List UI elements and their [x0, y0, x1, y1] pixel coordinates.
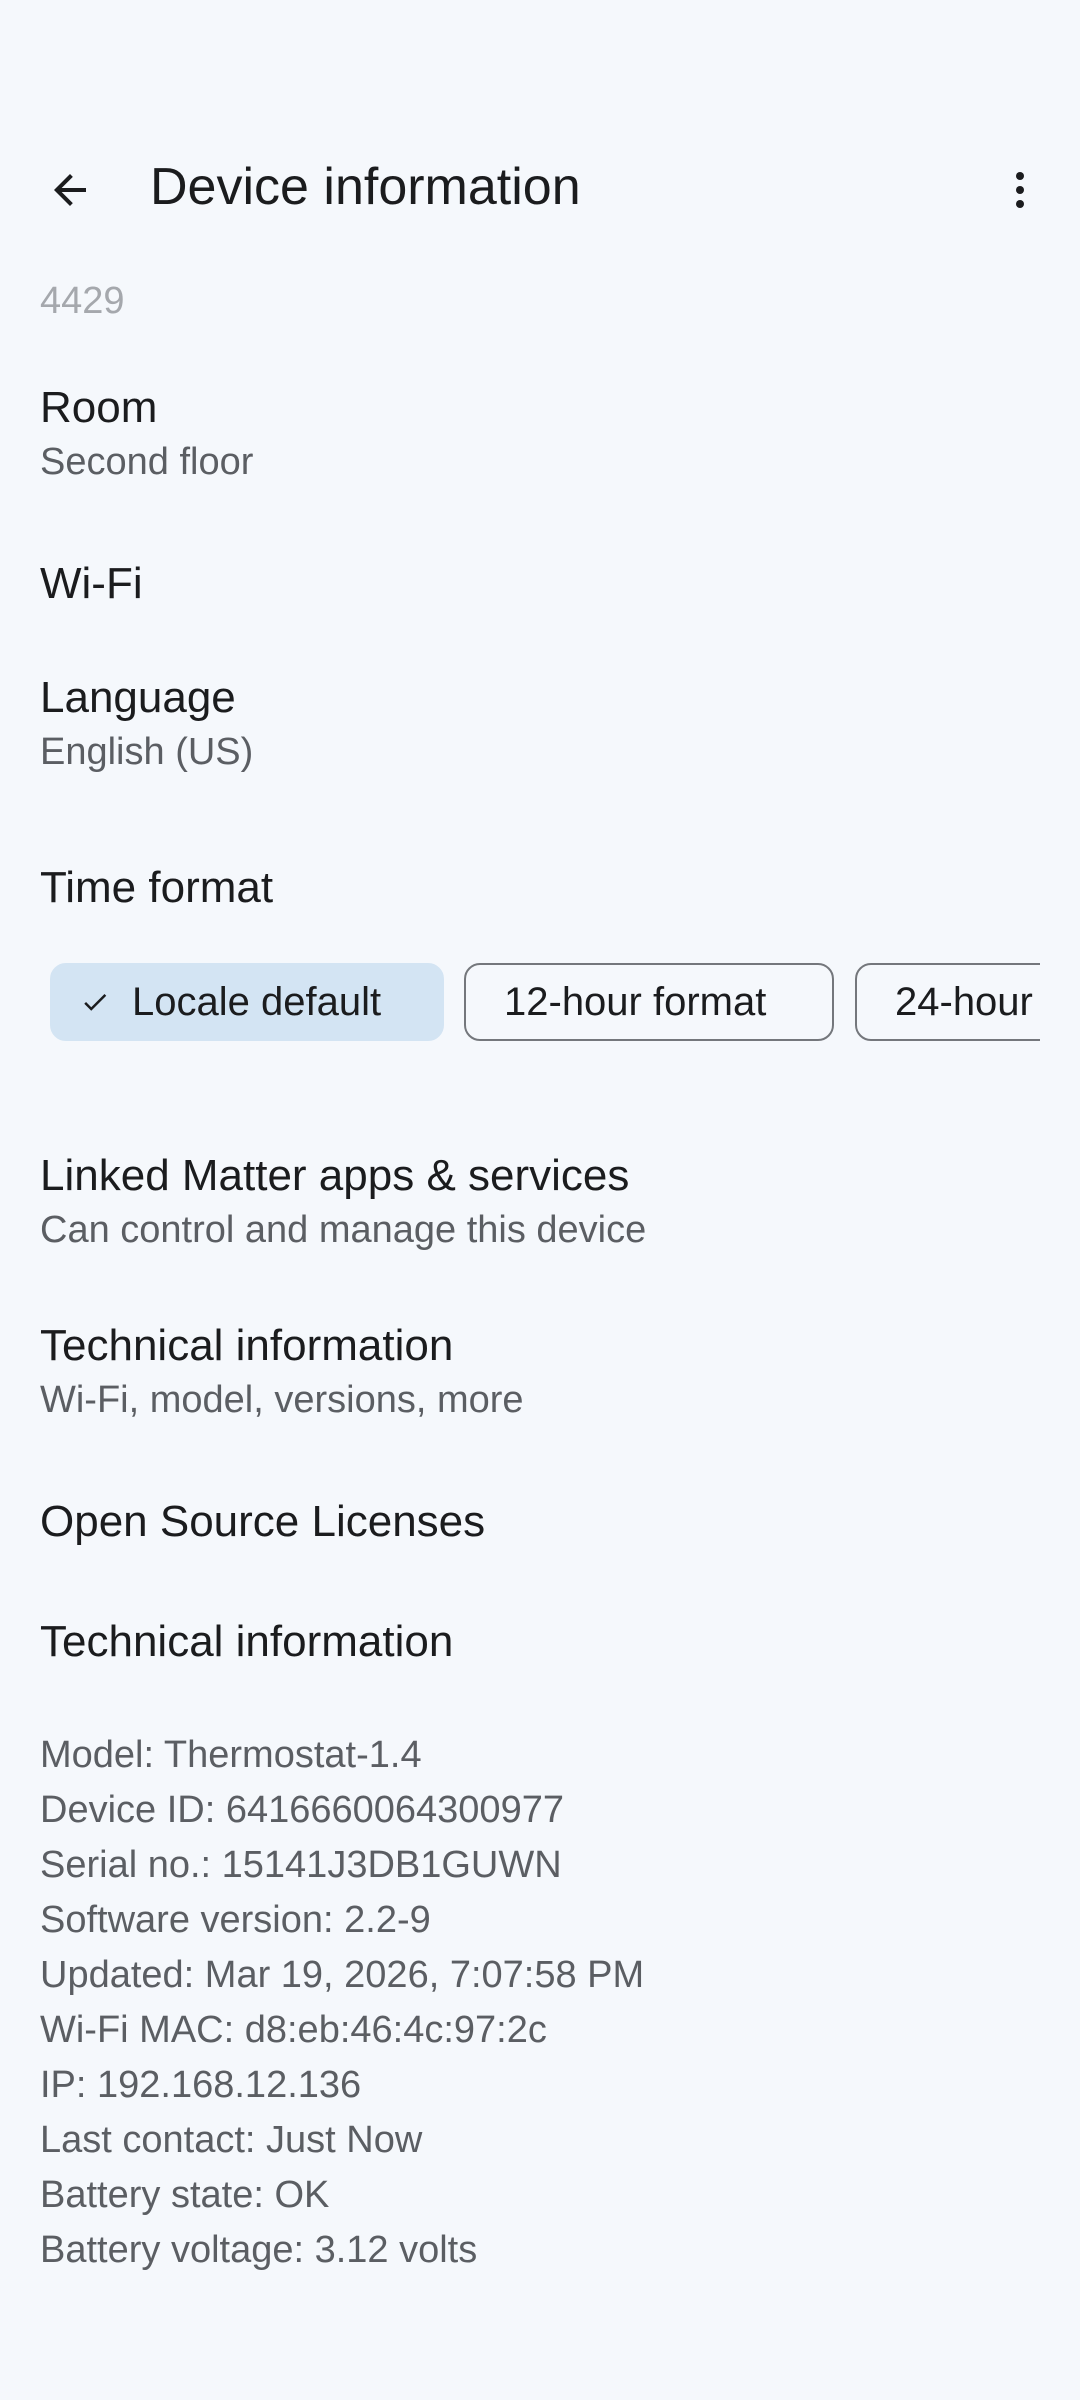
linked-matter-label: Linked Matter apps & services [40, 1151, 630, 1200]
chip-label: 24-hour format [895, 979, 1040, 1024]
linked-matter-setting[interactable]: Linked Matter apps & services Can contro… [40, 1148, 1040, 1256]
room-label: Room [40, 383, 158, 432]
technical-section-title: Technical information [40, 1617, 454, 1666]
technical-section-heading: Technical information [40, 1614, 1040, 1670]
check-icon [80, 987, 110, 1017]
top-app-bar: Device information [0, 130, 1080, 240]
device-name: 4429 [40, 280, 125, 322]
room-value: Second floor [40, 441, 254, 483]
software-version-text: Software version: 2.2-9 [40, 1899, 431, 1941]
language-setting[interactable]: Language English (US) [40, 670, 1040, 778]
updated-text: Updated: Mar 19, 2026, 7:07:58 PM [40, 1954, 645, 1996]
wifi-mac-text: Wi-Fi MAC: d8:eb:46:4c:97:2c [40, 2009, 547, 2051]
open-source-licenses[interactable]: Open Source Licenses [40, 1494, 1040, 1550]
chip-12-hour-format[interactable]: 12-hour format [464, 963, 834, 1041]
time-format-heading: Time format [40, 860, 1040, 916]
back-button[interactable] [30, 150, 110, 230]
technical-info-subtitle: Wi-Fi, model, versions, more [40, 1379, 524, 1421]
more-options-button[interactable] [980, 150, 1060, 230]
technical-info-setting[interactable]: Technical information Wi-Fi, model, vers… [40, 1318, 1040, 1426]
model-text: Model: Thermostat-1.4 [40, 1734, 422, 1776]
language-label: Language [40, 673, 236, 722]
time-format-chips: Locale default 12-hour format 24-hour fo… [50, 963, 1040, 1045]
technical-details: Model: Thermostat-1.4 Device ID: 6416660… [40, 1728, 644, 2278]
chip-24-hour-format[interactable]: 24-hour format [855, 963, 1040, 1041]
more-vert-icon [1016, 172, 1024, 208]
last-contact-text: Last contact: Just Now [40, 2119, 423, 2161]
technical-info-label: Technical information [40, 1321, 454, 1370]
chip-label: 12-hour format [504, 979, 767, 1024]
wifi-label: Wi-Fi [40, 559, 143, 608]
status-bar [0, 0, 1080, 100]
page-title: Device information [150, 158, 581, 216]
device-id-text: Device ID: 6416660064300977 [40, 1789, 564, 1831]
chip-label: Locale default [132, 979, 382, 1024]
battery-state-text: Battery state: OK [40, 2174, 330, 2216]
language-value: English (US) [40, 731, 254, 773]
licenses-label: Open Source Licenses [40, 1497, 486, 1546]
arrow-back-icon [54, 174, 86, 206]
wifi-setting[interactable]: Wi-Fi [40, 556, 1040, 612]
serial-number-text: Serial no.: 15141J3DB1GUWN [40, 1844, 562, 1886]
battery-voltage-text: Battery voltage: 3.12 volts [40, 2229, 478, 2271]
room-setting[interactable]: Room Second floor [40, 380, 1040, 488]
time-format-label: Time format [40, 863, 274, 912]
ip-text: IP: 192.168.12.136 [40, 2064, 362, 2106]
linked-matter-subtitle: Can control and manage this device [40, 1209, 647, 1251]
chip-locale-default[interactable]: Locale default [50, 963, 444, 1041]
